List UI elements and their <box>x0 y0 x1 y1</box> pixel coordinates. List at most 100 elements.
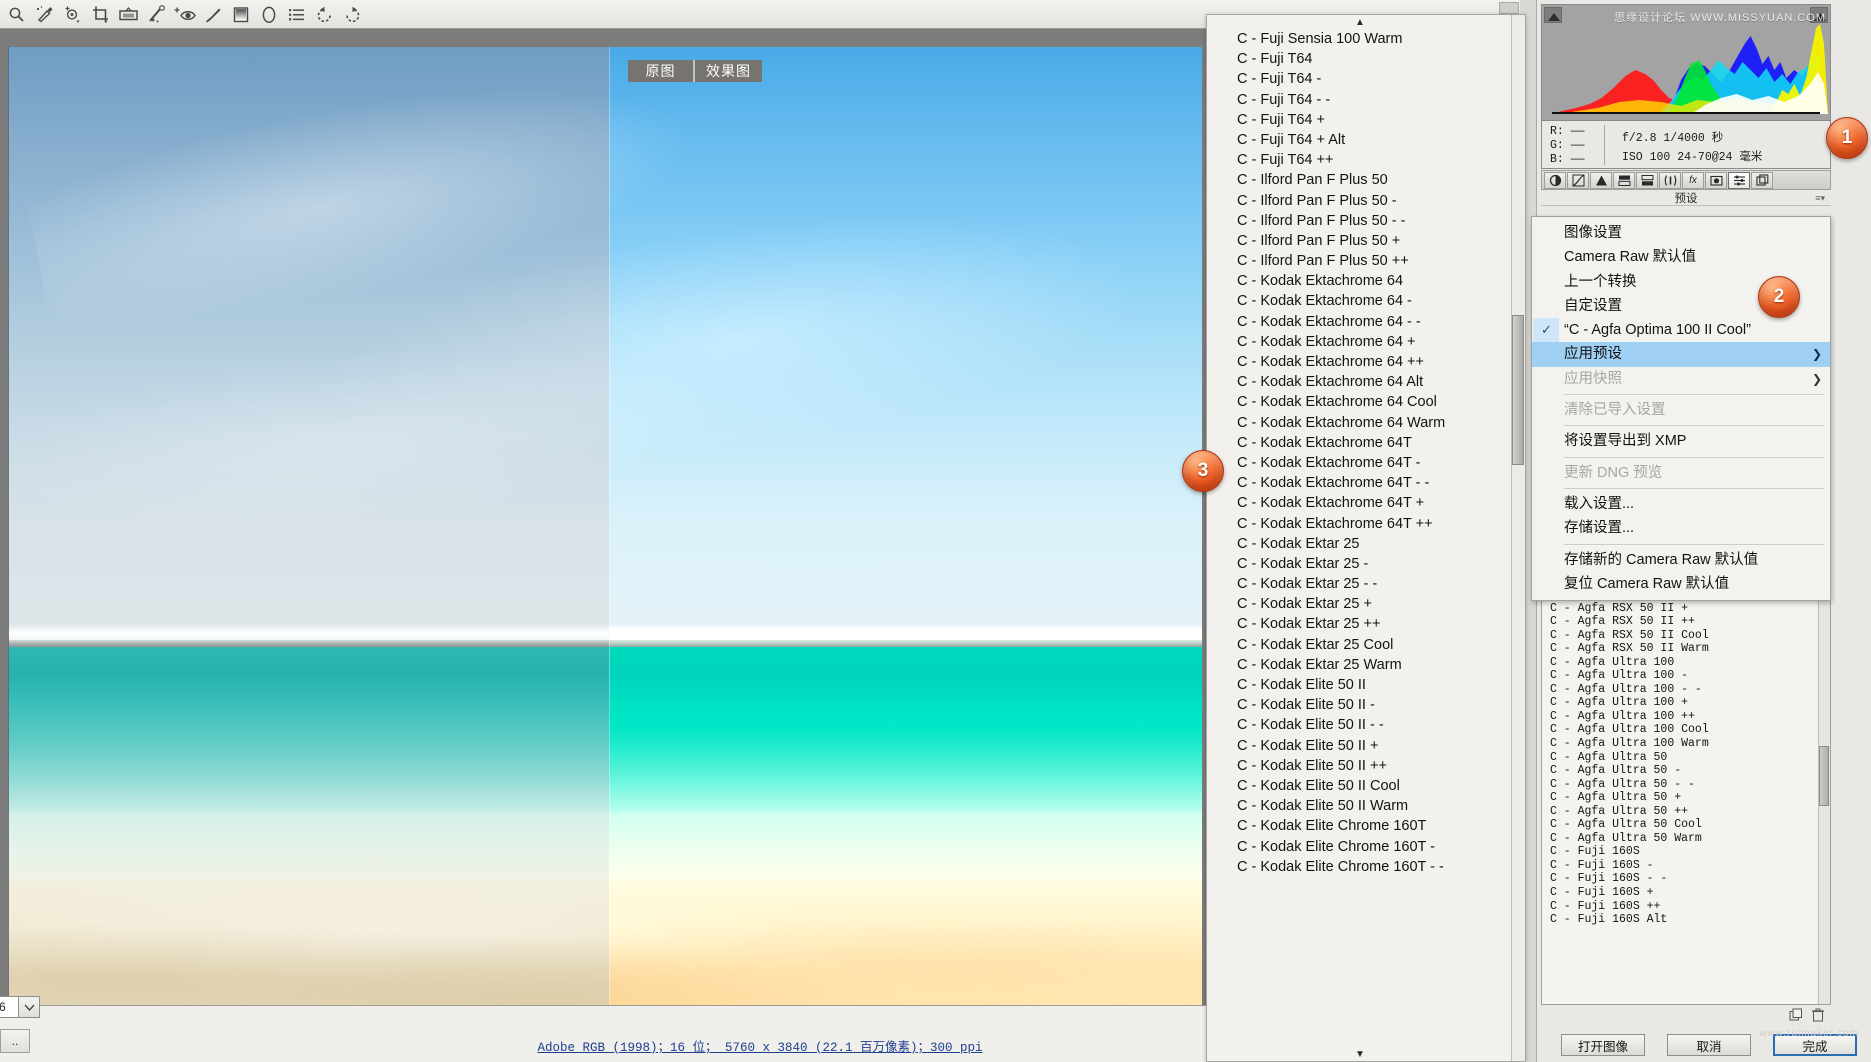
preset-list-item[interactable]: C - Agfa Ultra 100 + <box>1550 696 1830 710</box>
zoom-level-dropdown-icon[interactable] <box>18 996 40 1018</box>
context-menu-item[interactable]: 存储设置... <box>1532 516 1830 540</box>
preset-menu-item[interactable]: C - Ilford Pan F Plus 50 - - <box>1237 211 1513 231</box>
preview-image[interactable] <box>8 47 1202 1005</box>
preset-list-item[interactable]: C - Agfa Ultra 100 - - <box>1550 683 1830 697</box>
preset-list-item[interactable]: C - Fuji 160S + <box>1550 886 1830 900</box>
preset-list-item[interactable]: C - Agfa Ultra 50 - - <box>1550 778 1830 792</box>
preset-menu-item[interactable]: C - Fuji T64 <box>1237 49 1513 69</box>
preset-menu-item[interactable]: C - Kodak Elite 50 II Cool <box>1237 776 1513 796</box>
preset-menu-item[interactable]: C - Ilford Pan F Plus 50 ++ <box>1237 251 1513 271</box>
preset-menu-item[interactable]: C - Kodak Ektachrome 64 ++ <box>1237 352 1513 372</box>
preset-menu-item[interactable]: C - Kodak Ektar 25 ++ <box>1237 614 1513 634</box>
context-menu-item[interactable]: 图像设置 <box>1532 221 1830 245</box>
preset-list-item[interactable]: C - Agfa RSX 50 II + <box>1550 602 1830 616</box>
open-preferences-tool[interactable] <box>284 2 309 26</box>
preset-list-item[interactable]: C - Agfa Ultra 50 <box>1550 751 1830 765</box>
preset-menu-item[interactable]: C - Kodak Ektachrome 64T - - <box>1237 473 1513 493</box>
preset-list-item[interactable]: C - Agfa RSX 50 II Cool <box>1550 629 1830 643</box>
preset-menu-item[interactable]: C - Fuji T64 ++ <box>1237 150 1513 170</box>
preset-menu-item[interactable]: C - Kodak Ektachrome 64T + <box>1237 493 1513 513</box>
preset-list-item[interactable]: C - Fuji 160S <box>1550 845 1830 859</box>
red-eye-removal-tool[interactable] <box>172 2 197 26</box>
camera-calibration-tab[interactable] <box>1705 171 1727 189</box>
panel-menu-icon[interactable]: ≡▾ <box>1815 193 1825 204</box>
preset-menu-item[interactable]: C - Kodak Elite 50 II Warm <box>1237 796 1513 816</box>
presets-list-scrollbar[interactable] <box>1818 586 1830 1004</box>
lens-corrections-tab[interactable] <box>1659 171 1681 189</box>
preset-list-item[interactable]: C - Fuji 160S - <box>1550 859 1830 873</box>
rotate-left-tool[interactable] <box>312 2 337 26</box>
straighten-tool[interactable] <box>116 2 141 26</box>
hsl-grayscale-tab[interactable] <box>1613 171 1635 189</box>
context-menu-item[interactable]: 存储新的 Camera Raw 默认值 <box>1532 548 1830 572</box>
preset-menu-item[interactable]: C - Kodak Elite 50 II + <box>1237 736 1513 756</box>
preset-menu-item[interactable]: C - Kodak Ektachrome 64 <box>1237 271 1513 291</box>
preset-list-item[interactable]: C - Agfa Ultra 50 ++ <box>1550 805 1830 819</box>
tab-original[interactable]: 原图 <box>628 60 695 82</box>
cancel-button[interactable]: 取消 <box>1667 1034 1751 1056</box>
preset-menu-item[interactable]: C - Ilford Pan F Plus 50 - <box>1237 191 1513 211</box>
preset-menu-item[interactable]: C - Kodak Ektar 25 - <box>1237 554 1513 574</box>
preset-list-item[interactable]: C - Agfa Ultra 50 Cool <box>1550 818 1830 832</box>
spot-removal-tool[interactable] <box>144 2 169 26</box>
zoom-tool[interactable] <box>4 2 29 26</box>
split-toning-tab[interactable] <box>1636 171 1658 189</box>
snapshots-tab[interactable] <box>1751 171 1773 189</box>
preset-list-item[interactable]: C - Agfa RSX 50 II Warm <box>1550 642 1830 656</box>
preset-menu-item[interactable]: C - Kodak Elite 50 II - - <box>1237 715 1513 735</box>
radial-filter-tool[interactable] <box>256 2 281 26</box>
white-balance-tool[interactable] <box>32 2 57 26</box>
context-menu-item[interactable]: 复位 Camera Raw 默认值 <box>1532 572 1830 596</box>
preset-menu-item[interactable]: C - Kodak Ektar 25 Warm <box>1237 655 1513 675</box>
detail-tab[interactable] <box>1590 171 1612 189</box>
adjustment-brush-tool[interactable] <box>200 2 225 26</box>
delete-preset-icon[interactable] <box>1811 1008 1825 1025</box>
preset-menu-item[interactable]: C - Fuji T64 - <box>1237 69 1513 89</box>
context-menu-item[interactable]: 载入设置... <box>1532 492 1830 516</box>
preset-menu-item[interactable]: C - Fuji Sensia 100 Warm <box>1237 29 1513 49</box>
before-after-divider[interactable] <box>608 47 610 1005</box>
context-menu-item[interactable]: Camera Raw 默认值 <box>1532 245 1830 269</box>
preset-list-item[interactable]: C - Agfa Ultra 100 Cool <box>1550 723 1830 737</box>
preset-menu-item[interactable]: C - Kodak Elite 50 II - <box>1237 695 1513 715</box>
preset-menu-item[interactable]: C - Kodak Ektachrome 64 - <box>1237 291 1513 311</box>
color-sampler-tool[interactable] <box>60 2 85 26</box>
preset-list-item[interactable]: C - Agfa Ultra 100 - <box>1550 669 1830 683</box>
preset-menu-item[interactable]: C - Kodak Elite Chrome 160T - <box>1237 837 1513 857</box>
effects-tab[interactable]: fx <box>1682 171 1704 189</box>
preset-menu-item[interactable]: C - Kodak Elite 50 II <box>1237 675 1513 695</box>
preset-menu-item[interactable]: C - Kodak Ektachrome 64 Cool <box>1237 392 1513 412</box>
context-menu-item[interactable]: ✓ “C - Agfa Optima 100 II Cool” <box>1532 318 1830 343</box>
preset-menu-item[interactable]: C - Kodak Ektar 25 + <box>1237 594 1513 614</box>
preset-list-item[interactable]: C - Agfa Ultra 100 Warm <box>1550 737 1830 751</box>
scroll-up-icon[interactable]: ▲ <box>1207 15 1513 29</box>
preset-list-item[interactable]: C - Agfa Ultra 50 - <box>1550 764 1830 778</box>
submenu-scrollbar[interactable] <box>1511 15 1525 1061</box>
preset-menu-item[interactable]: C - Kodak Ektachrome 64T ++ <box>1237 514 1513 534</box>
preset-menu-item[interactable]: C - Kodak Elite Chrome 160T <box>1237 816 1513 836</box>
preset-menu-item[interactable]: C - Kodak Ektar 25 Cool <box>1237 635 1513 655</box>
preset-menu-item[interactable]: C - Ilford Pan F Plus 50 + <box>1237 231 1513 251</box>
preset-list-item[interactable]: C - Agfa Ultra 100 ++ <box>1550 710 1830 724</box>
crop-tool[interactable] <box>88 2 113 26</box>
context-menu-item[interactable]: 应用预设 ❯ <box>1532 342 1830 367</box>
tab-result[interactable]: 效果图 <box>695 60 762 82</box>
preset-menu-item[interactable]: C - Fuji T64 + <box>1237 110 1513 130</box>
preset-list-item[interactable]: C - Agfa RSX 50 II ++ <box>1550 615 1830 629</box>
preset-menu-item[interactable]: C - Fuji T64 + Alt <box>1237 130 1513 150</box>
preset-menu-item[interactable]: C - Kodak Ektar 25 - - <box>1237 574 1513 594</box>
preset-list-item[interactable]: C - Fuji 160S Alt <box>1550 913 1830 927</box>
presets-list-scroll-thumb[interactable] <box>1819 746 1829 806</box>
rotate-right-tool[interactable] <box>340 2 365 26</box>
preset-list-item[interactable]: C - Agfa Ultra 50 Warm <box>1550 832 1830 846</box>
context-menu-item[interactable]: 将设置导出到 XMP <box>1532 429 1830 453</box>
submenu-scroll-thumb[interactable] <box>1512 315 1524 465</box>
preset-menu-item[interactable]: C - Kodak Elite Chrome 160T - - <box>1237 857 1513 877</box>
basic-tab[interactable] <box>1544 171 1566 189</box>
presets-tab[interactable] <box>1728 171 1750 189</box>
preset-menu-item[interactable]: C - Kodak Elite 50 II ++ <box>1237 756 1513 776</box>
tone-curve-tab[interactable] <box>1567 171 1589 189</box>
presets-list[interactable]: C - Agfa RSX 50 II - -C - Agfa RSX 50 II… <box>1541 585 1831 1005</box>
preset-menu-item[interactable]: C - Kodak Ektachrome 64T - <box>1237 453 1513 473</box>
new-preset-icon[interactable] <box>1789 1008 1803 1025</box>
